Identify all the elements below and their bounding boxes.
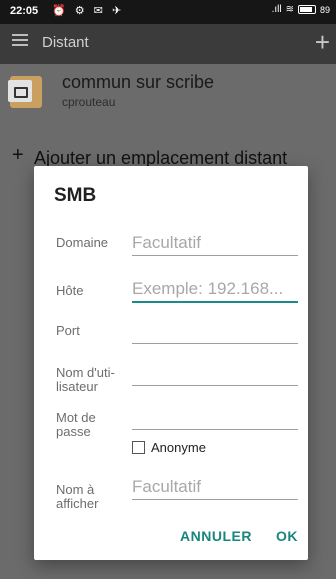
domain-label: Domaine [56, 235, 109, 250]
hamburger-menu-icon[interactable] [12, 34, 28, 46]
host-label: Hôte [56, 283, 84, 298]
status-notification-icons: ⏰ ⚙ ✉ ✈ [52, 5, 125, 17]
display-name-label: Nom à afficher [56, 483, 99, 511]
username-label: Nom d'uti-lisateur [56, 366, 115, 394]
cancel-button[interactable]: ANNULER [180, 528, 252, 544]
port-field[interactable] [132, 318, 298, 344]
app-bar-title: Distant [42, 34, 89, 51]
add-icon[interactable]: + [315, 27, 330, 57]
add-remote-icon: + [12, 144, 24, 166]
ok-button[interactable]: OK [276, 528, 298, 544]
display-name-field[interactable] [132, 474, 298, 500]
remote-folder-icon [8, 76, 42, 108]
list-item-subtitle: cprouteau [62, 95, 116, 109]
app-bar: Distant + [0, 24, 336, 64]
port-label: Port [56, 323, 80, 338]
battery-level: 89 [319, 4, 330, 15]
username-field[interactable] [132, 360, 298, 386]
list-item-title: commun sur scribe [62, 72, 215, 92]
anonymous-checkbox-row[interactable]: Anonyme [132, 440, 206, 455]
host-field[interactable] [132, 277, 298, 303]
anonymous-label: Anonyme [151, 440, 206, 455]
anonymous-checkbox[interactable] [132, 441, 145, 454]
dialog-title: SMB [54, 185, 97, 206]
password-label: Mot de passe [56, 411, 96, 439]
list-item[interactable]: commun sur scribe cprouteau [0, 64, 336, 116]
battery-icon [297, 5, 316, 14]
smb-dialog: SMB Domaine Hôte Port Nom d'uti-lisateur… [34, 166, 308, 560]
domain-field[interactable] [132, 230, 298, 256]
signal-icon: .ıll [271, 4, 282, 15]
wifi-icon: ≋ [285, 4, 294, 15]
status-time: 22:05 [10, 5, 39, 17]
status-bar: 22:05 ⏰ ⚙ ✉ ✈ .ıll ≋ 89 [0, 0, 336, 24]
password-field[interactable] [132, 404, 298, 430]
status-system-icons: .ıll ≋ 89 [272, 4, 330, 15]
